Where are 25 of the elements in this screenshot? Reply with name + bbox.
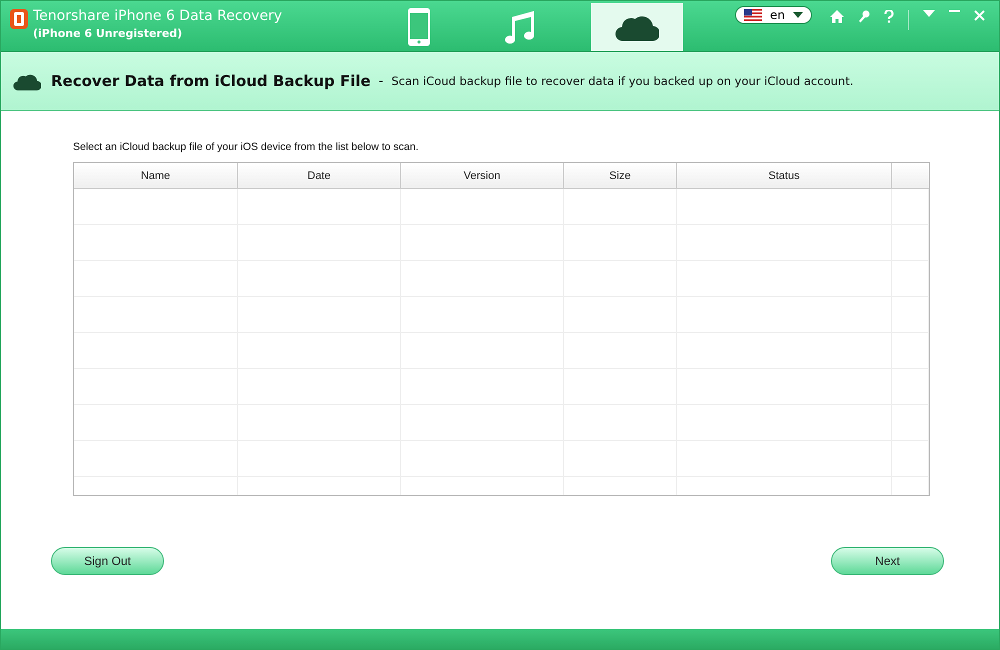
sign-out-button[interactable]: Sign Out xyxy=(51,547,164,575)
cloud-icon xyxy=(13,72,41,90)
phone-icon xyxy=(407,7,431,47)
column-header[interactable]: Version xyxy=(401,163,564,188)
language-dropdown[interactable]: en xyxy=(735,6,812,24)
caret-icon xyxy=(793,12,803,18)
window-title: Tenorshare iPhone 6 Data Recovery xyxy=(33,8,282,24)
column-header[interactable]: Date xyxy=(238,163,401,188)
close-icon[interactable] xyxy=(974,10,985,21)
mode-tab[interactable] xyxy=(591,3,683,51)
page-description: Scan iCoud backup file to recover data if you backed up on your iCloud account. xyxy=(391,74,854,88)
flag-icon xyxy=(744,9,762,21)
instruction-text: Select an iCloud backup file of your iOS device from the list below to scan. xyxy=(73,141,420,153)
separator-dash: - xyxy=(378,74,384,88)
next-button[interactable]: Next xyxy=(831,547,944,575)
home-icon[interactable] xyxy=(830,10,844,23)
app-logo-icon xyxy=(9,8,29,30)
page-title: Recover Data from iCloud Backup File xyxy=(51,72,371,90)
key-icon[interactable] xyxy=(858,10,870,23)
menu-caret-icon[interactable] xyxy=(923,10,935,17)
column-header[interactable]: Size xyxy=(564,163,677,188)
column-header[interactable]: Name xyxy=(74,163,238,188)
window-subtitle: (iPhone 6 Unregistered) xyxy=(33,27,184,40)
column-header[interactable]: Status xyxy=(677,163,892,188)
help-icon[interactable] xyxy=(884,10,894,23)
